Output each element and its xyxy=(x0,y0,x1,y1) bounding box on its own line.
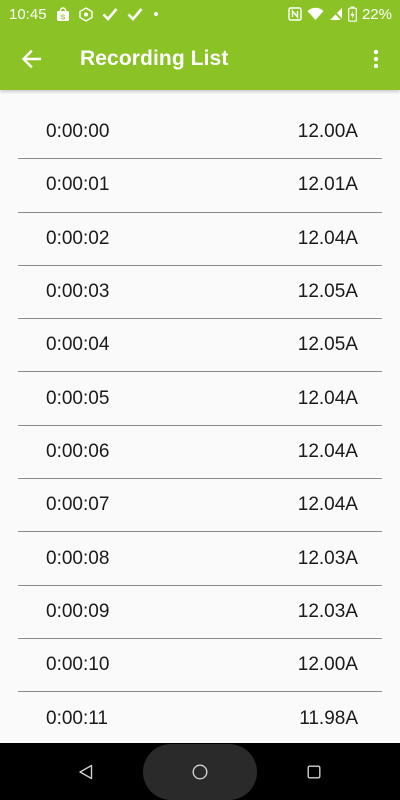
list-item[interactable]: 0:00:10 12.00A xyxy=(18,639,382,693)
recording-current: 12.03A xyxy=(297,547,358,569)
recording-time: 0:00:09 xyxy=(46,600,110,622)
recording-current: 11.98A xyxy=(299,707,358,729)
recording-list[interactable]: 0:00:00 12.00A 0:00:01 12.01A 0:00:02 12… xyxy=(18,106,382,746)
recording-time: 0:00:01 xyxy=(46,174,110,196)
recording-time: 0:00:04 xyxy=(46,334,110,356)
status-left: 10:45 S xyxy=(9,6,160,23)
app-bar: Recording List xyxy=(0,28,400,90)
list-item[interactable]: 0:00:05 12.04A xyxy=(18,372,382,426)
nav-recents-button[interactable] xyxy=(294,743,334,800)
recording-current: 12.04A xyxy=(297,440,358,462)
list-item[interactable]: 0:00:11 11.98A xyxy=(18,692,382,745)
recording-current: 12.00A xyxy=(297,654,358,676)
list-item[interactable]: 0:00:03 12.05A xyxy=(18,266,382,320)
recording-time: 0:00:06 xyxy=(46,440,110,462)
status-right: 22% xyxy=(288,6,392,23)
more-vertical-icon xyxy=(373,49,379,69)
recording-time: 0:00:08 xyxy=(46,547,110,569)
nfc-icon xyxy=(288,7,302,21)
battery-percentage: 22% xyxy=(361,5,392,23)
status-bar: 10:45 S 22% xyxy=(0,0,400,28)
nav-home-button[interactable] xyxy=(180,743,220,800)
list-item[interactable]: 0:00:09 12.03A xyxy=(18,586,382,639)
list-item[interactable]: 0:00:04 12.05A xyxy=(18,319,382,373)
recording-current: 12.04A xyxy=(297,227,358,249)
arrow-left-icon xyxy=(21,49,41,69)
recording-current: 12.05A xyxy=(297,334,358,356)
svg-text:S: S xyxy=(60,14,65,21)
shopping-bag-icon: S xyxy=(56,6,70,22)
list-item[interactable]: 0:00:01 12.01A xyxy=(18,159,382,213)
back-button[interactable] xyxy=(3,31,59,87)
recording-current: 12.04A xyxy=(297,494,358,516)
wifi-icon xyxy=(307,7,324,21)
recording-current: 12.01A xyxy=(297,174,358,196)
check-icon xyxy=(102,7,118,21)
list-item[interactable]: 0:00:08 12.03A xyxy=(18,532,382,586)
recording-time: 0:00:10 xyxy=(46,654,110,676)
list-item[interactable]: 0:00:00 12.00A xyxy=(18,106,382,160)
page-title: Recording List xyxy=(80,47,229,70)
shield-icon xyxy=(78,6,93,22)
recording-current: 12.04A xyxy=(297,387,358,409)
recording-time: 0:00:03 xyxy=(46,281,110,303)
recording-time: 0:00:00 xyxy=(46,121,110,143)
recording-time: 0:00:07 xyxy=(46,494,110,516)
recording-current: 12.00A xyxy=(297,121,358,143)
recording-time: 0:00:11 xyxy=(46,707,108,729)
check-icon xyxy=(127,7,143,21)
list-item[interactable]: 0:00:07 12.04A xyxy=(18,479,382,533)
recording-current: 12.03A xyxy=(297,600,358,622)
recording-time: 0:00:05 xyxy=(46,387,110,409)
battery-charging-icon xyxy=(348,6,357,22)
nav-back-button[interactable] xyxy=(66,743,106,800)
back-icon xyxy=(79,764,93,779)
more-options-button[interactable] xyxy=(354,31,398,87)
recording-time: 0:00:02 xyxy=(46,227,110,249)
status-time: 10:45 xyxy=(9,5,47,23)
recents-icon xyxy=(307,765,321,779)
navigation-bar xyxy=(0,743,400,800)
no-signal-icon xyxy=(329,7,343,21)
list-item[interactable]: 0:00:06 12.04A xyxy=(18,426,382,480)
recording-current: 12.05A xyxy=(297,281,358,303)
home-icon xyxy=(192,763,208,780)
dot-icon xyxy=(152,10,160,18)
list-item[interactable]: 0:00:02 12.04A xyxy=(18,213,382,266)
